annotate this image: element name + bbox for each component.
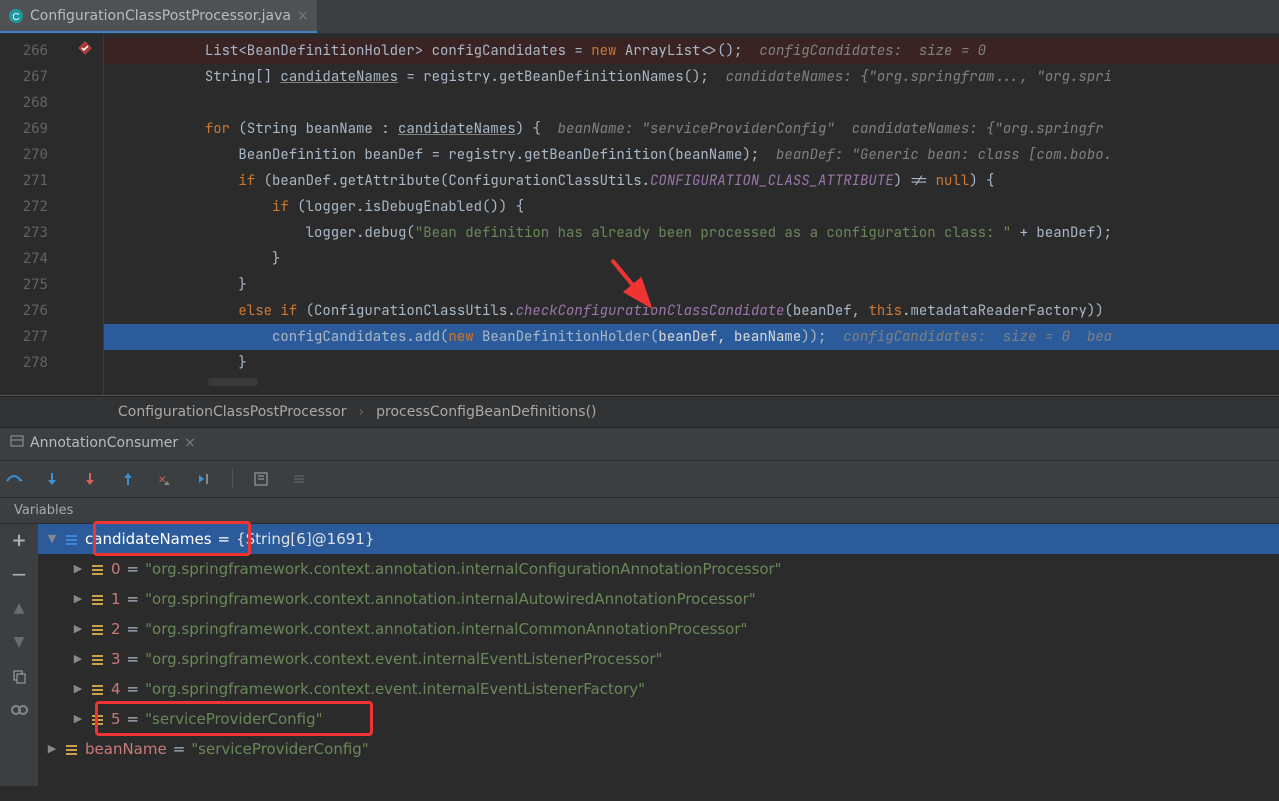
fold-gutter bbox=[54, 34, 104, 395]
field-icon bbox=[64, 742, 79, 757]
editor-tab[interactable]: C ConfigurationClassPostProcessor.java × bbox=[0, 0, 317, 33]
array-element-icon bbox=[90, 682, 105, 697]
array-element-icon bbox=[90, 562, 105, 577]
debug-tab[interactable]: AnnotationConsumer × bbox=[0, 428, 206, 460]
step-into-icon[interactable] bbox=[42, 469, 62, 489]
variables-panel: + − ▲ ▼ ▼ candidateNames = {String[6]@16… bbox=[0, 524, 1279, 786]
run-to-cursor-icon[interactable] bbox=[194, 469, 214, 489]
variable-row-item[interactable]: ▶ 4 = "org.springframework.context.event… bbox=[38, 674, 1279, 704]
breadcrumb: ConfigurationClassPostProcessor › proces… bbox=[0, 396, 1279, 428]
variable-name: candidateNames bbox=[85, 524, 212, 554]
separator bbox=[232, 469, 233, 489]
array-element-icon bbox=[90, 622, 105, 637]
variables-side-toolbar: + − ▲ ▼ bbox=[0, 524, 38, 786]
chevron-right-icon[interactable]: ▶ bbox=[72, 674, 84, 704]
force-step-into-icon[interactable] bbox=[80, 469, 100, 489]
variable-row-item[interactable]: ▶ 2 = "org.springframework.context.annot… bbox=[38, 614, 1279, 644]
editor-area: 266 267 268 269 270 271 272 273 274 275 … bbox=[0, 34, 1279, 396]
svg-text:C: C bbox=[12, 12, 19, 23]
chevron-right-icon[interactable]: ▶ bbox=[72, 584, 84, 614]
array-element-icon bbox=[90, 652, 105, 667]
chevron-right-icon[interactable]: ▶ bbox=[72, 554, 84, 584]
line-number-gutter: 266 267 268 269 270 271 272 273 274 275 … bbox=[0, 34, 54, 395]
trace-current-stream-chain-icon[interactable] bbox=[289, 469, 309, 489]
chevron-right-icon[interactable]: ▶ bbox=[46, 734, 58, 764]
horizontal-scrollbar[interactable] bbox=[208, 378, 258, 386]
variables-title: Variables bbox=[0, 498, 1279, 524]
layout-icon bbox=[10, 434, 24, 452]
close-icon[interactable]: × bbox=[297, 8, 309, 24]
drop-frame-icon[interactable]: ✕ bbox=[156, 469, 176, 489]
debug-tab-label: AnnotationConsumer bbox=[30, 435, 178, 451]
step-over-icon[interactable] bbox=[4, 469, 24, 489]
step-out-icon[interactable] bbox=[118, 469, 138, 489]
variable-row-item[interactable]: ▶ 0 = "org.springframework.context.annot… bbox=[38, 554, 1279, 584]
variable-row-beanname[interactable]: ▶ beanName = "serviceProviderConfig" bbox=[38, 734, 1279, 764]
debug-toolbar: ✕ bbox=[0, 461, 1279, 498]
close-icon[interactable]: × bbox=[184, 435, 196, 451]
editor-tab-bar: C ConfigurationClassPostProcessor.java × bbox=[0, 0, 1279, 34]
array-element-icon bbox=[90, 592, 105, 607]
code-body[interactable]: List<BeanDefinitionHolder> configCandida… bbox=[104, 34, 1279, 395]
variable-row-root[interactable]: ▼ candidateNames = {String[6]@1691} bbox=[38, 524, 1279, 554]
field-icon bbox=[64, 532, 79, 547]
variables-tree[interactable]: ▼ candidateNames = {String[6]@1691} ▶ 0 … bbox=[38, 524, 1279, 786]
chevron-right-icon[interactable]: ▶ bbox=[72, 704, 84, 734]
array-element-icon bbox=[90, 712, 105, 727]
chevron-down-icon[interactable]: ▼ bbox=[46, 524, 58, 554]
new-watch-icon[interactable]: + bbox=[9, 530, 29, 550]
move-down-icon[interactable]: ▼ bbox=[9, 632, 29, 652]
duplicate-icon[interactable] bbox=[9, 666, 29, 686]
debug-tab-bar: AnnotationConsumer × bbox=[0, 428, 1279, 461]
tab-file-name: ConfigurationClassPostProcessor.java bbox=[30, 8, 291, 24]
variable-row-item[interactable]: ▶ 1 = "org.springframework.context.annot… bbox=[38, 584, 1279, 614]
remove-watch-icon[interactable]: − bbox=[9, 564, 29, 584]
variable-row-item[interactable]: ▶ 5 = "serviceProviderConfig" bbox=[38, 704, 1279, 734]
breakpoint-icon[interactable] bbox=[78, 41, 92, 59]
variable-row-item[interactable]: ▶ 3 = "org.springframework.context.event… bbox=[38, 644, 1279, 674]
java-class-icon: C bbox=[8, 8, 24, 24]
breadcrumb-method[interactable]: processConfigBeanDefinitions() bbox=[376, 404, 596, 420]
chevron-right-icon: › bbox=[359, 404, 365, 420]
evaluate-expression-icon[interactable] bbox=[251, 469, 271, 489]
show-watches-icon[interactable] bbox=[9, 700, 29, 720]
chevron-right-icon[interactable]: ▶ bbox=[72, 614, 84, 644]
move-up-icon[interactable]: ▲ bbox=[9, 598, 29, 618]
chevron-right-icon[interactable]: ▶ bbox=[72, 644, 84, 674]
breadcrumb-class[interactable]: ConfigurationClassPostProcessor bbox=[118, 404, 347, 420]
